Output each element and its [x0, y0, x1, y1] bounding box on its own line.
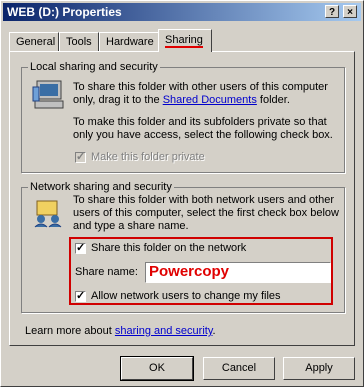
sharing-security-link[interactable]: sharing and security	[115, 325, 213, 337]
network-text-3: and type a share name.	[73, 220, 189, 232]
share-name-input[interactable]: Powercopy	[145, 262, 331, 283]
allow-change-label: Allow network users to change my files	[91, 290, 281, 302]
network-share-icon	[34, 200, 62, 228]
learn-more-text: Learn more about sharing and security.	[25, 325, 216, 337]
computer-icon	[32, 80, 64, 109]
window-title: WEB (D:) Properties	[7, 5, 122, 19]
properties-dialog: WEB (D:) Properties ? × General Tools Ha…	[0, 0, 364, 387]
local-text-2: only, drag it to the Shared Documents fo…	[73, 94, 290, 106]
share-name-label: Share name:	[75, 266, 138, 278]
make-private-checkbox[interactable]	[75, 150, 86, 163]
local-sharing-title: Local sharing and security	[28, 61, 160, 73]
share-folder-checkbox[interactable]	[75, 241, 86, 254]
tab-general[interactable]: General	[9, 32, 59, 51]
help-button[interactable]: ?	[325, 5, 339, 18]
ok-button[interactable]: OK	[120, 356, 194, 381]
tab-hardware[interactable]: Hardware	[99, 32, 159, 51]
cancel-button[interactable]: Cancel	[203, 357, 275, 380]
apply-button[interactable]: Apply	[283, 357, 355, 380]
allow-change-checkbox[interactable]	[75, 289, 86, 302]
tab-sharing[interactable]: Sharing	[158, 29, 212, 52]
share-folder-label: Share this folder on the network	[91, 242, 247, 254]
shared-documents-link[interactable]: Shared Documents	[163, 94, 257, 106]
tab-tools[interactable]: Tools	[59, 32, 99, 51]
local-text-4: only you have access, select the followi…	[73, 129, 333, 141]
close-button[interactable]: ×	[343, 5, 357, 18]
make-private-label: Make this folder private	[91, 151, 205, 163]
title-bar[interactable]: WEB (D:) Properties ? ×	[3, 3, 361, 21]
